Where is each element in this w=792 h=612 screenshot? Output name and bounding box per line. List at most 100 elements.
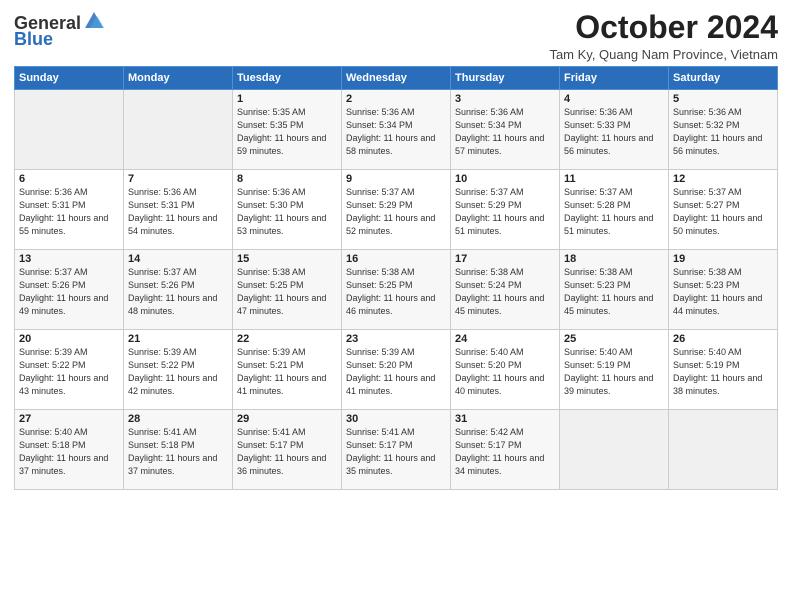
day-detail: Sunrise: 5:40 AM Sunset: 5:20 PM Dayligh… bbox=[455, 346, 555, 398]
calendar-cell: 31Sunrise: 5:42 AM Sunset: 5:17 PM Dayli… bbox=[451, 410, 560, 490]
day-number: 2 bbox=[346, 93, 446, 105]
calendar-cell: 27Sunrise: 5:40 AM Sunset: 5:18 PM Dayli… bbox=[15, 410, 124, 490]
day-number: 24 bbox=[455, 333, 555, 345]
title-block: October 2024 Tam Ky, Quang Nam Province,… bbox=[549, 10, 778, 62]
day-detail: Sunrise: 5:39 AM Sunset: 5:22 PM Dayligh… bbox=[128, 346, 228, 398]
header-wednesday: Wednesday bbox=[342, 67, 451, 90]
calendar-cell: 23Sunrise: 5:39 AM Sunset: 5:20 PM Dayli… bbox=[342, 330, 451, 410]
day-detail: Sunrise: 5:37 AM Sunset: 5:26 PM Dayligh… bbox=[128, 266, 228, 318]
calendar-cell: 9Sunrise: 5:37 AM Sunset: 5:29 PM Daylig… bbox=[342, 170, 451, 250]
day-detail: Sunrise: 5:41 AM Sunset: 5:18 PM Dayligh… bbox=[128, 426, 228, 478]
day-detail: Sunrise: 5:37 AM Sunset: 5:27 PM Dayligh… bbox=[673, 186, 773, 238]
calendar-cell bbox=[124, 90, 233, 170]
day-detail: Sunrise: 5:40 AM Sunset: 5:19 PM Dayligh… bbox=[564, 346, 664, 398]
day-number: 26 bbox=[673, 333, 773, 345]
header-sunday: Sunday bbox=[15, 67, 124, 90]
day-detail: Sunrise: 5:36 AM Sunset: 5:31 PM Dayligh… bbox=[19, 186, 119, 238]
day-detail: Sunrise: 5:37 AM Sunset: 5:29 PM Dayligh… bbox=[346, 186, 446, 238]
calendar-cell: 14Sunrise: 5:37 AM Sunset: 5:26 PM Dayli… bbox=[124, 250, 233, 330]
day-number: 9 bbox=[346, 173, 446, 185]
calendar-cell: 21Sunrise: 5:39 AM Sunset: 5:22 PM Dayli… bbox=[124, 330, 233, 410]
week-row-4: 27Sunrise: 5:40 AM Sunset: 5:18 PM Dayli… bbox=[15, 410, 778, 490]
day-detail: Sunrise: 5:37 AM Sunset: 5:29 PM Dayligh… bbox=[455, 186, 555, 238]
calendar-cell: 19Sunrise: 5:38 AM Sunset: 5:23 PM Dayli… bbox=[669, 250, 778, 330]
month-title: October 2024 bbox=[549, 10, 778, 45]
calendar-cell: 5Sunrise: 5:36 AM Sunset: 5:32 PM Daylig… bbox=[669, 90, 778, 170]
calendar-cell: 29Sunrise: 5:41 AM Sunset: 5:17 PM Dayli… bbox=[233, 410, 342, 490]
calendar-cell: 2Sunrise: 5:36 AM Sunset: 5:34 PM Daylig… bbox=[342, 90, 451, 170]
calendar-cell: 7Sunrise: 5:36 AM Sunset: 5:31 PM Daylig… bbox=[124, 170, 233, 250]
header-saturday: Saturday bbox=[669, 67, 778, 90]
day-number: 31 bbox=[455, 413, 555, 425]
day-detail: Sunrise: 5:35 AM Sunset: 5:35 PM Dayligh… bbox=[237, 106, 337, 158]
day-detail: Sunrise: 5:36 AM Sunset: 5:31 PM Dayligh… bbox=[128, 186, 228, 238]
day-number: 13 bbox=[19, 253, 119, 265]
day-number: 8 bbox=[237, 173, 337, 185]
day-number: 1 bbox=[237, 93, 337, 105]
day-number: 15 bbox=[237, 253, 337, 265]
day-detail: Sunrise: 5:39 AM Sunset: 5:22 PM Dayligh… bbox=[19, 346, 119, 398]
day-number: 21 bbox=[128, 333, 228, 345]
header: General Blue October 2024 Tam Ky, Quang … bbox=[14, 10, 778, 62]
calendar-cell: 16Sunrise: 5:38 AM Sunset: 5:25 PM Dayli… bbox=[342, 250, 451, 330]
calendar-cell: 18Sunrise: 5:38 AM Sunset: 5:23 PM Dayli… bbox=[560, 250, 669, 330]
calendar-cell: 17Sunrise: 5:38 AM Sunset: 5:24 PM Dayli… bbox=[451, 250, 560, 330]
day-number: 28 bbox=[128, 413, 228, 425]
day-detail: Sunrise: 5:36 AM Sunset: 5:34 PM Dayligh… bbox=[346, 106, 446, 158]
day-detail: Sunrise: 5:36 AM Sunset: 5:34 PM Dayligh… bbox=[455, 106, 555, 158]
calendar-cell: 8Sunrise: 5:36 AM Sunset: 5:30 PM Daylig… bbox=[233, 170, 342, 250]
day-detail: Sunrise: 5:40 AM Sunset: 5:18 PM Dayligh… bbox=[19, 426, 119, 478]
day-number: 25 bbox=[564, 333, 664, 345]
header-row: SundayMondayTuesdayWednesdayThursdayFrid… bbox=[15, 67, 778, 90]
day-number: 11 bbox=[564, 173, 664, 185]
day-number: 4 bbox=[564, 93, 664, 105]
calendar-cell: 28Sunrise: 5:41 AM Sunset: 5:18 PM Dayli… bbox=[124, 410, 233, 490]
day-number: 20 bbox=[19, 333, 119, 345]
calendar-cell: 11Sunrise: 5:37 AM Sunset: 5:28 PM Dayli… bbox=[560, 170, 669, 250]
day-detail: Sunrise: 5:39 AM Sunset: 5:21 PM Dayligh… bbox=[237, 346, 337, 398]
day-detail: Sunrise: 5:38 AM Sunset: 5:25 PM Dayligh… bbox=[237, 266, 337, 318]
day-detail: Sunrise: 5:42 AM Sunset: 5:17 PM Dayligh… bbox=[455, 426, 555, 478]
calendar-cell: 4Sunrise: 5:36 AM Sunset: 5:33 PM Daylig… bbox=[560, 90, 669, 170]
logo-blue: Blue bbox=[14, 30, 53, 48]
day-number: 19 bbox=[673, 253, 773, 265]
calendar-cell bbox=[669, 410, 778, 490]
header-monday: Monday bbox=[124, 67, 233, 90]
logo: General Blue bbox=[14, 14, 105, 48]
day-number: 12 bbox=[673, 173, 773, 185]
calendar-table: SundayMondayTuesdayWednesdayThursdayFrid… bbox=[14, 66, 778, 490]
header-friday: Friday bbox=[560, 67, 669, 90]
day-number: 27 bbox=[19, 413, 119, 425]
header-thursday: Thursday bbox=[451, 67, 560, 90]
calendar-cell: 3Sunrise: 5:36 AM Sunset: 5:34 PM Daylig… bbox=[451, 90, 560, 170]
day-detail: Sunrise: 5:39 AM Sunset: 5:20 PM Dayligh… bbox=[346, 346, 446, 398]
page: General Blue October 2024 Tam Ky, Quang … bbox=[0, 0, 792, 612]
calendar-cell: 10Sunrise: 5:37 AM Sunset: 5:29 PM Dayli… bbox=[451, 170, 560, 250]
logo-icon bbox=[83, 10, 105, 32]
calendar-cell: 25Sunrise: 5:40 AM Sunset: 5:19 PM Dayli… bbox=[560, 330, 669, 410]
day-detail: Sunrise: 5:36 AM Sunset: 5:33 PM Dayligh… bbox=[564, 106, 664, 158]
day-number: 16 bbox=[346, 253, 446, 265]
day-detail: Sunrise: 5:41 AM Sunset: 5:17 PM Dayligh… bbox=[237, 426, 337, 478]
day-number: 23 bbox=[346, 333, 446, 345]
day-detail: Sunrise: 5:40 AM Sunset: 5:19 PM Dayligh… bbox=[673, 346, 773, 398]
week-row-2: 13 Sunrise: 5:37 AM Sunset: 5:26 PM Dayli… bbox=[15, 250, 778, 330]
calendar-cell bbox=[15, 90, 124, 170]
day-number: 22 bbox=[237, 333, 337, 345]
day-number: 17 bbox=[455, 253, 555, 265]
day-number: 30 bbox=[346, 413, 446, 425]
day-number: 14 bbox=[128, 253, 228, 265]
calendar-cell: 12Sunrise: 5:37 AM Sunset: 5:27 PM Dayli… bbox=[669, 170, 778, 250]
calendar-cell: 30Sunrise: 5:41 AM Sunset: 5:17 PM Dayli… bbox=[342, 410, 451, 490]
day-detail: Sunrise: 5:37 AM Sunset: 5:28 PM Dayligh… bbox=[564, 186, 664, 238]
week-row-3: 20Sunrise: 5:39 AM Sunset: 5:22 PM Dayli… bbox=[15, 330, 778, 410]
week-row-1: 6Sunrise: 5:36 AM Sunset: 5:31 PM Daylig… bbox=[15, 170, 778, 250]
day-detail: Sunrise: 5:38 AM Sunset: 5:25 PM Dayligh… bbox=[346, 266, 446, 318]
day-number: 29 bbox=[237, 413, 337, 425]
calendar-cell: 20Sunrise: 5:39 AM Sunset: 5:22 PM Dayli… bbox=[15, 330, 124, 410]
day-detail: Sunrise: 5:36 AM Sunset: 5:32 PM Dayligh… bbox=[673, 106, 773, 158]
calendar-cell: 6Sunrise: 5:36 AM Sunset: 5:31 PM Daylig… bbox=[15, 170, 124, 250]
day-number: 18 bbox=[564, 253, 664, 265]
day-number: 6 bbox=[19, 173, 119, 185]
week-row-0: 1Sunrise: 5:35 AM Sunset: 5:35 PM Daylig… bbox=[15, 90, 778, 170]
